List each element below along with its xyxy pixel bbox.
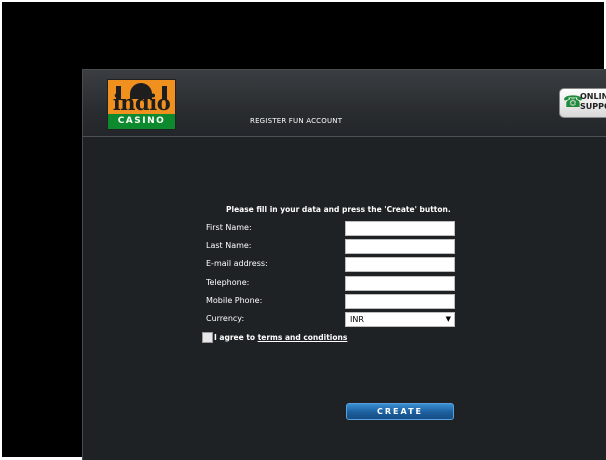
first-name-label: First Name: <box>206 223 252 232</box>
page-title: REGISTER FUN ACCOUNT <box>250 117 343 125</box>
form-row-currency: Currency: INR ▼ <box>206 312 458 328</box>
telephone-label: Telephone: <box>206 278 250 287</box>
logo-word: indio <box>112 90 171 114</box>
support-label: ONLINE SUPPORT <box>580 92 606 112</box>
last-name-label: Last Name: <box>206 241 252 250</box>
form-row-telephone: Telephone: <box>206 276 458 292</box>
form-row-first-name: First Name: <box>206 221 458 237</box>
online-support-button[interactable]: ☎ ONLINE SUPPORT <box>559 88 606 118</box>
currency-label: Currency: <box>206 314 245 323</box>
first-name-input[interactable] <box>345 221 455 236</box>
currency-select[interactable]: INR ▼ <box>345 312 455 327</box>
logo-top-panel: indio <box>108 80 175 114</box>
agree-terms-text: I agree to terms and conditions <box>214 333 347 342</box>
telephone-input[interactable] <box>345 276 455 291</box>
form-row-mobile-phone: Mobile Phone: <box>206 294 458 310</box>
agree-prefix: I agree to <box>214 333 256 342</box>
logo-sub: CASINO <box>108 114 175 129</box>
form-intro: Please fill in your data and press the '… <box>226 205 451 214</box>
support-line2: SUPPORT <box>580 102 606 111</box>
terms-link[interactable]: terms and conditions <box>258 333 348 342</box>
header-bar: indio CASINO REGISTER FUN ACCOUNT ☎ ONLI… <box>83 70 606 137</box>
mobile-phone-label: Mobile Phone: <box>206 296 263 305</box>
indio-casino-logo[interactable]: indio CASINO <box>107 79 176 130</box>
mobile-phone-input[interactable] <box>345 294 455 309</box>
form-row-email: E-mail address: <box>206 257 458 273</box>
screen-background: indio CASINO REGISTER FUN ACCOUNT ☎ ONLI… <box>2 2 606 460</box>
dropdown-arrow-icon: ▼ <box>445 315 451 323</box>
email-input[interactable] <box>345 257 455 272</box>
terms-checkbox[interactable] <box>202 332 213 343</box>
email-label: E-mail address: <box>206 259 268 268</box>
casino-window: indio CASINO REGISTER FUN ACCOUNT ☎ ONLI… <box>82 69 606 460</box>
support-line1: ONLINE <box>580 92 606 101</box>
currency-value: INR <box>350 315 364 324</box>
form-row-last-name: Last Name: <box>206 239 458 255</box>
registration-content: Please fill in your data and press the '… <box>83 137 606 460</box>
last-name-input[interactable] <box>345 239 455 254</box>
create-button[interactable]: CREATE <box>346 403 454 420</box>
